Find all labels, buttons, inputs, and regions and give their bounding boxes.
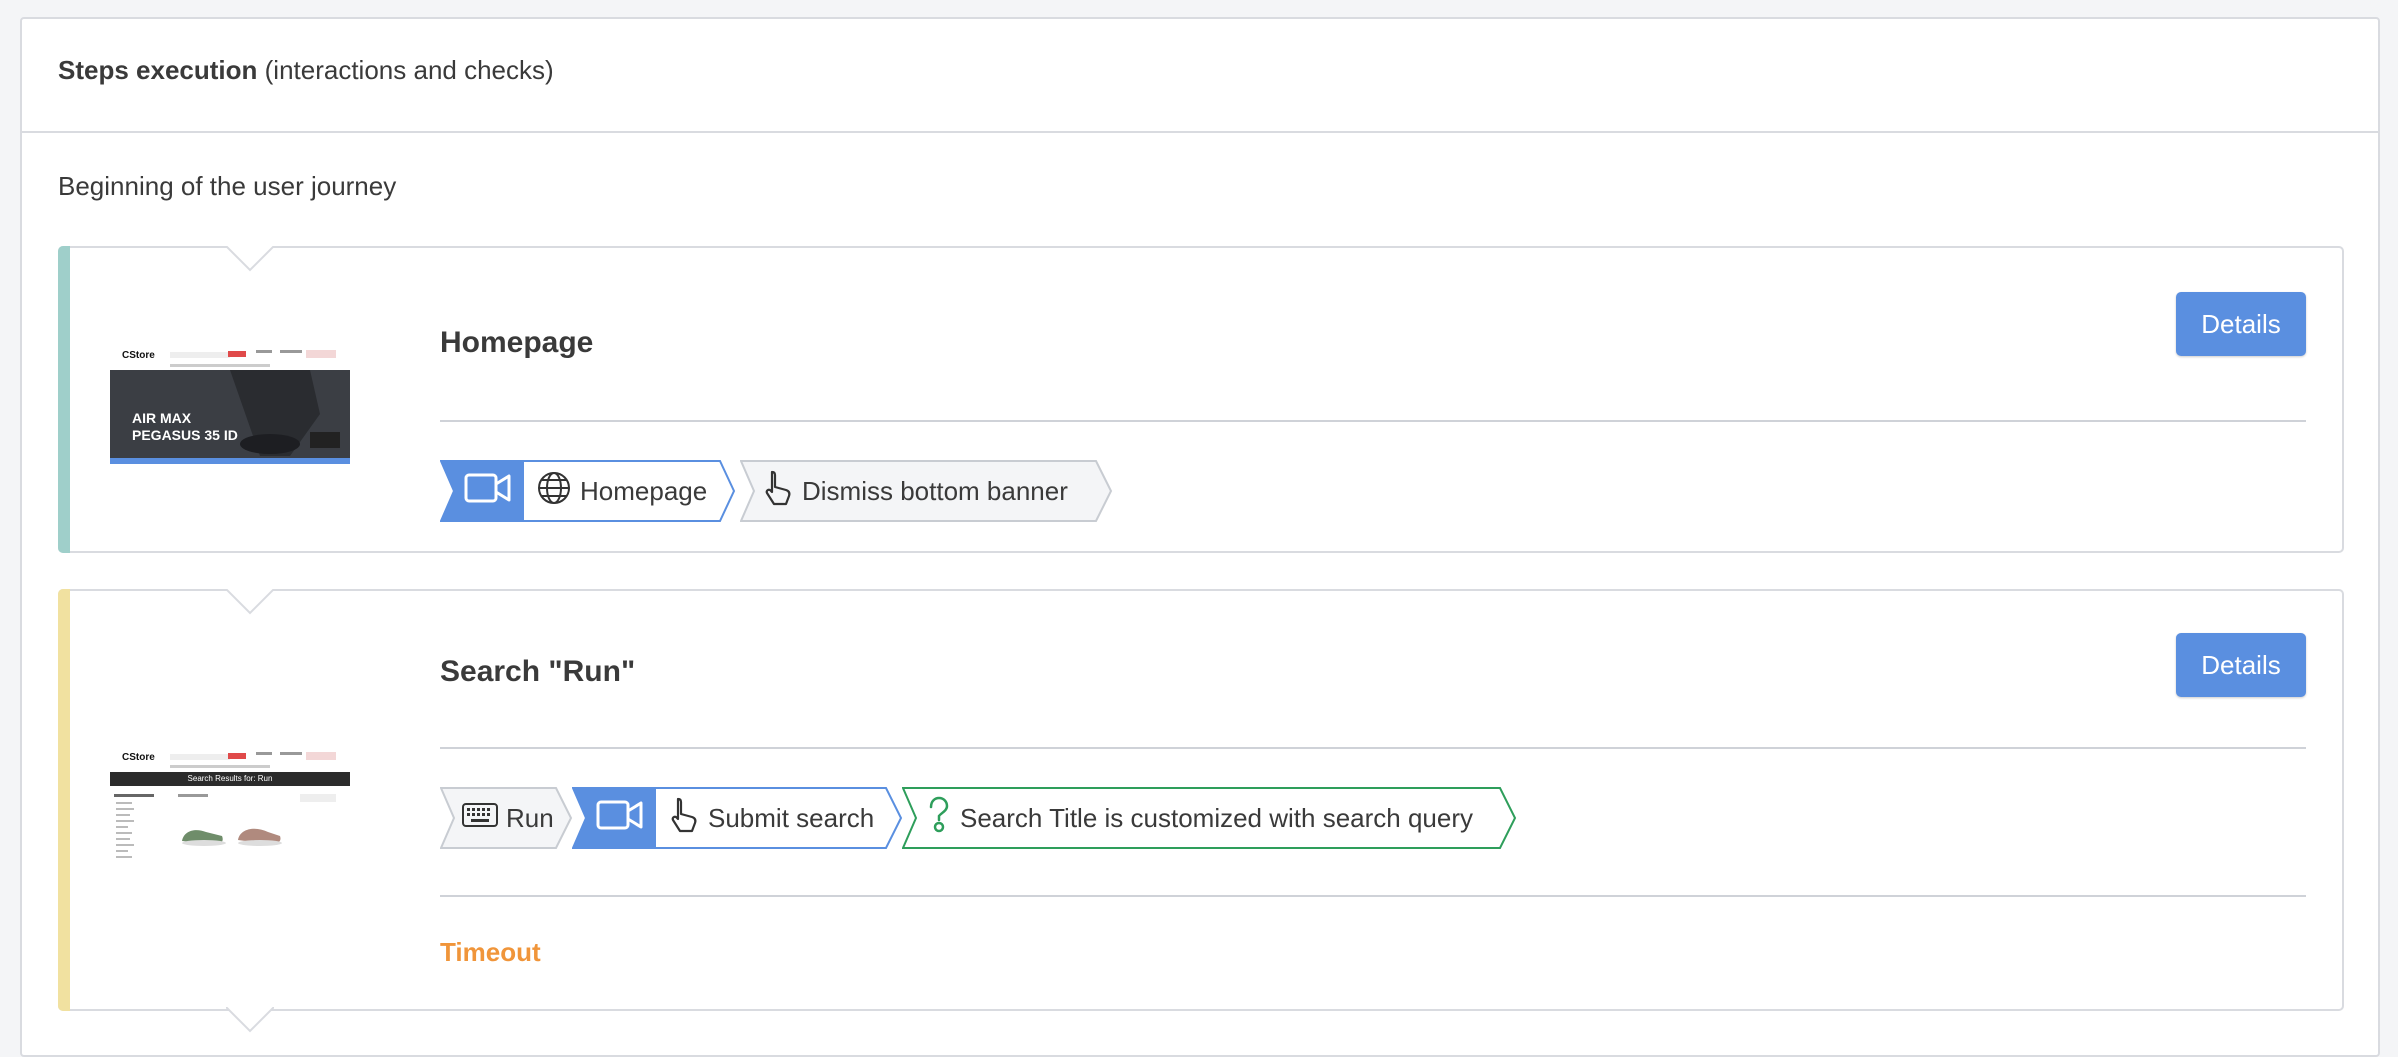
check-chip-label: Search Title is customized with search q… [960,802,1473,833]
step-title: Search "Run" [440,655,636,688]
details-button[interactable]: Details [2176,292,2306,356]
step-connector-top [226,589,274,615]
steps-execution-panel: Steps execution (interactions and checks… [20,17,2380,1057]
step-actions: Run Submit search Search Title is custom… [440,787,1520,849]
globe-icon [536,470,580,513]
thumbnail-logo: CStore [122,350,155,361]
step-divider [440,895,2306,897]
step-title: Homepage [440,326,594,359]
record-video-chip[interactable]: Submit search [572,787,904,849]
navigate-chip-label: Homepage [580,475,708,506]
step-accent-bar [58,246,70,553]
step-connector-bottom [226,1007,274,1033]
keyboard-icon [462,802,506,835]
click-chip[interactable]: Submit search [670,787,874,849]
thumbnail-banner: Search Results for: Run [187,774,273,783]
panel-header: Steps execution (interactions and checks… [22,19,2378,133]
click-chip-label: Dismiss bottom banner [802,475,1068,506]
step-status-timeout: Timeout [440,937,541,967]
step-screenshot-thumbnail[interactable]: CStore Search Results for: Run [110,746,350,866]
click-chip-label: Submit search [708,802,875,833]
step-accent-bar [58,589,70,1011]
step-card-homepage: CStore AIR MAX PEGASUS 35 ID Homepage De… [58,246,2344,553]
thumbnail-hero-line2: PEGASUS 35 ID [132,427,238,443]
video-icon [596,798,652,839]
step-divider [440,747,2306,749]
step-screenshot-thumbnail[interactable]: CStore AIR MAX PEGASUS 35 ID [110,344,350,464]
video-icon [464,471,520,512]
record-video-chip[interactable]: Homepage [440,460,736,522]
navigate-chip[interactable]: Homepage [536,460,707,522]
question-icon [926,796,960,841]
cursor-icon [764,469,802,514]
check-chip[interactable]: Search Title is customized with search q… [902,787,1518,849]
type-text-chip-label: Run [506,802,554,833]
panel-subtitle: (interactions and checks) [264,55,554,85]
thumbnail-logo: CStore [122,752,155,763]
thumbnail-hero-line1: AIR MAX [132,410,192,426]
details-button[interactable]: Details [2176,633,2306,697]
panel-title: Steps execution [58,55,258,85]
step-actions: Homepage Dismiss bottom banner [440,460,1120,522]
cursor-icon [670,796,708,841]
type-text-chip[interactable]: Run [440,787,574,849]
journey-start-label: Beginning of the user journey [58,171,397,201]
click-chip[interactable]: Dismiss bottom banner [740,460,1114,522]
step-connector-top [226,246,274,272]
step-card-search: CStore Search Results for: Run Search "R… [58,589,2344,1033]
step-divider [440,420,2306,422]
